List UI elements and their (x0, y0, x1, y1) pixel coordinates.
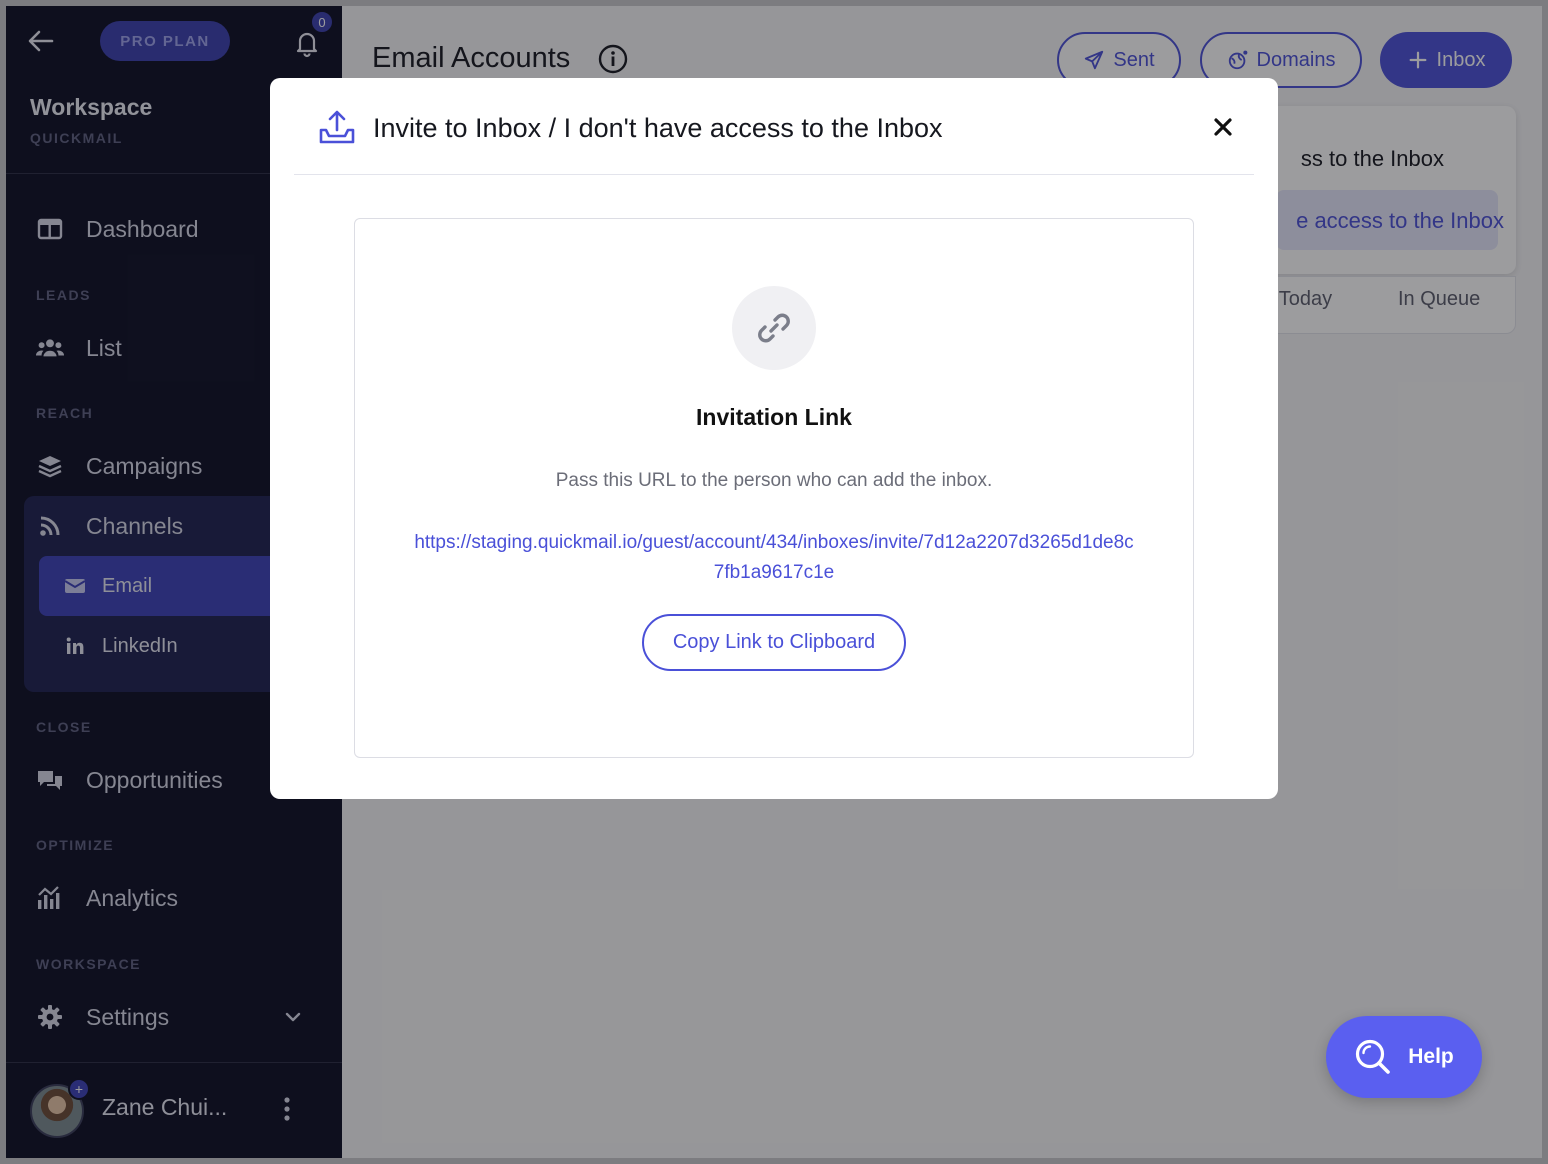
modal-title: Invite to Inbox / I don't have access to… (373, 113, 943, 143)
help-label: Help (1408, 1045, 1454, 1068)
inbox-upload-icon (319, 110, 355, 144)
search-icon (1356, 1039, 1391, 1074)
invitation-url-link[interactable]: https://staging.quickmail.io/guest/accou… (414, 528, 1134, 588)
invitation-description: Pass this URL to the person who can add … (555, 470, 993, 491)
help-button[interactable]: Help (1326, 1016, 1482, 1098)
link-icon (758, 313, 790, 343)
close-icon[interactable] (1210, 114, 1236, 140)
copy-link-button[interactable]: Copy Link to Clipboard (642, 614, 906, 671)
invitation-heading: Invitation Link (696, 404, 852, 430)
modal-divider (294, 174, 1254, 175)
link-icon-circle (732, 286, 816, 370)
